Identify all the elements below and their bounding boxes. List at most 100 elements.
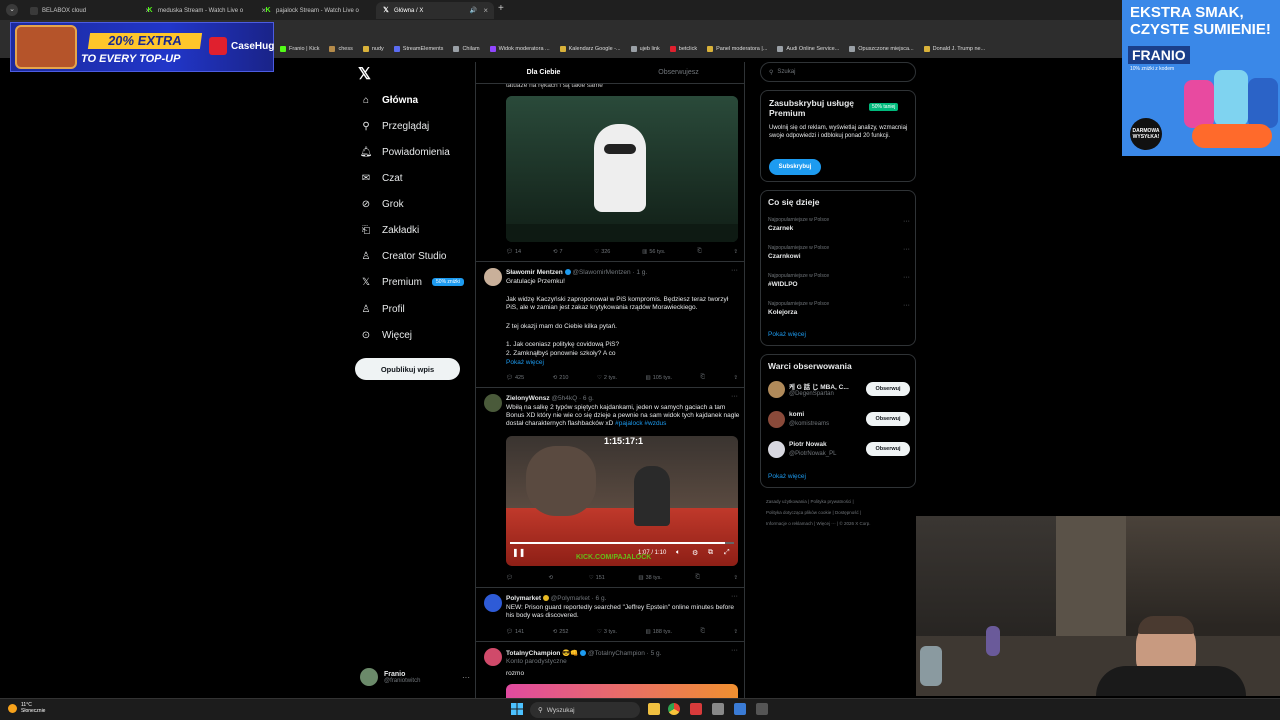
views-button[interactable]: ▥ 56 tys. [642, 248, 665, 255]
file-explorer-icon[interactable] [648, 703, 660, 715]
repost-button[interactable]: ⟲ 210 [553, 374, 569, 381]
share-button[interactable]: ⇪ [733, 628, 738, 635]
app-icon[interactable] [712, 703, 724, 715]
volume-icon[interactable]: 🔈︎ [676, 549, 680, 557]
trend-item[interactable]: Najpopularniejsze w Polsce Czarnek ··· [768, 217, 910, 232]
app-icon[interactable] [690, 703, 702, 715]
tweet[interactable]: TotalnyChampion 😎👊 @TotalnyChampion · 5 … [476, 642, 744, 698]
author-name[interactable]: TotalnyChampion 😎👊 [506, 650, 578, 657]
browser-tab-meduska[interactable]: K meduska Stream - Watch Live o × [140, 2, 272, 19]
nav-item-home[interactable]: ⌂ Główna [360, 89, 418, 111]
author-name[interactable]: ZielonyWonsz [506, 395, 550, 402]
pip-icon[interactable]: ⧉ [708, 549, 713, 557]
bookmark-item[interactable]: StreamElements [393, 46, 443, 52]
author-name[interactable]: Sławomir Mentzen [506, 269, 563, 276]
post-button[interactable]: Opublikuj wpis [355, 358, 460, 380]
like-button[interactable]: ♡ 3 tys. [597, 628, 617, 635]
nav-item-more[interactable]: ⊙ Więcej [360, 324, 412, 346]
reply-button[interactable]: 💬︎ 425 [506, 374, 524, 381]
bookmark-item[interactable]: Chilam [453, 46, 480, 52]
bookmark-item[interactable]: chess [329, 46, 353, 52]
footer-link[interactable]: Polityka dotycząca plików cookie [766, 510, 831, 515]
more-icon[interactable]: ··· [903, 246, 910, 253]
repost-button[interactable]: ⟲ 7 [553, 248, 563, 255]
tweet-video[interactable]: 1:15:17:1 KICK.COM/PAJALOCK ❚❚ 1:07 / 1:… [506, 436, 738, 566]
trend-item[interactable]: Najpopularniejsze w Polsce Czarnkowi ··· [768, 245, 910, 260]
share-button[interactable]: ⇪ [733, 574, 738, 581]
tweet-image[interactable] [506, 684, 738, 698]
chrome-icon[interactable] [668, 703, 680, 715]
trend-item[interactable]: Najpopularniejsze w Polsce Kolejorza ··· [768, 301, 910, 316]
follow-suggestion[interactable]: komi @komistreams Obserwuj [768, 409, 910, 431]
bookmark-item[interactable]: Opuszczone miejsca... [849, 46, 914, 52]
bookmark-item[interactable]: Kalendarz Google -... [559, 46, 621, 52]
footer-link[interactable]: Dostępność [835, 510, 859, 515]
bookmark-button[interactable]: ⎗ [700, 374, 704, 381]
nav-item-explore[interactable]: ⚲ Przeglądaj [360, 115, 429, 137]
follow-suggestion[interactable]: Piotr Nowak @PiotrNowak_PL Obserwuj [768, 439, 910, 461]
fullscreen-icon[interactable]: ⤢ [724, 549, 730, 557]
nav-item-premium[interactable]: 𝕏 Premium 50% zniżki [360, 271, 464, 293]
tweet[interactable]: tatuaże na rękach i są takie same 💬︎ 14 … [476, 78, 744, 262]
show-more-link[interactable]: Pokaż więcej [768, 331, 806, 338]
more-icon[interactable]: ··· [903, 218, 910, 225]
footer-link[interactable]: Zasady użytkowania [766, 499, 807, 504]
reply-button[interactable]: 💬︎ [506, 574, 515, 581]
more-icon[interactable]: ··· [731, 647, 738, 654]
browser-tab-x[interactable]: 𝕏 Główna / X 🔊 × [376, 2, 494, 19]
repost-button[interactable]: ⟲ [549, 574, 556, 581]
bookmark-item[interactable]: ujeb link [630, 46, 660, 52]
video-progress-track[interactable] [510, 542, 734, 544]
footer-link[interactable]: Informacje o reklamach [766, 521, 813, 526]
weather-widget[interactable]: 11°C Słonecznie [8, 702, 45, 714]
hashtags[interactable]: #pajalock #wzdus [615, 420, 666, 427]
settings-icon[interactable]: ⚙ [692, 549, 698, 557]
more-icon[interactable]: ··· [462, 673, 470, 682]
bookmark-item[interactable]: betclick [669, 46, 697, 52]
speaker-icon[interactable]: 🔊 [470, 7, 477, 14]
follow-button[interactable]: Obserwuj [866, 442, 910, 456]
subscribe-button[interactable]: Subskrybuj [769, 159, 821, 175]
nav-item-creator-studio[interactable]: ♙ Creator Studio [360, 245, 447, 267]
share-button[interactable]: ⇪ [733, 374, 738, 381]
nav-item-chat[interactable]: ✉ Czat [360, 167, 403, 189]
notes-icon[interactable] [734, 703, 746, 715]
nav-item-profile[interactable]: ♙ Profil [360, 298, 405, 320]
more-icon[interactable]: ··· [903, 302, 910, 309]
x-logo-icon[interactable]: 𝕏 [358, 64, 371, 84]
trend-item[interactable]: Najpopularniejsze w Polsce #WIDLPO ··· [768, 273, 910, 288]
tweet-video[interactable] [506, 96, 738, 242]
nav-item-grok[interactable]: ⊘ Grok [360, 193, 404, 215]
show-more-link[interactable]: Pokaż więcej [768, 473, 806, 480]
footer-link[interactable]: Więcej ··· [816, 521, 835, 526]
reply-button[interactable]: 💬︎ 14 [506, 248, 521, 255]
bookmark-item[interactable]: Panel moderatora |... [707, 46, 767, 52]
author-name[interactable]: Polymarket [506, 595, 541, 602]
like-button[interactable]: ♡ 2 tys. [597, 374, 617, 381]
tab-following[interactable]: Obserwujesz [611, 62, 744, 83]
tab-for-you[interactable]: Dla Ciebie [476, 62, 611, 83]
bookmark-button[interactable]: ⎗ [700, 628, 704, 635]
views-button[interactable]: ▥ 188 tys. [646, 628, 672, 635]
reply-button[interactable]: 💬︎ 141 [506, 628, 524, 635]
windows-start-icon[interactable] [511, 703, 523, 715]
bookmark-item[interactable]: Widok moderatora ... [489, 46, 550, 52]
show-more-link[interactable]: Pokaż więcej [506, 359, 740, 367]
search-input[interactable]: ⚲ Szukaj [760, 62, 916, 82]
more-icon[interactable]: ··· [731, 267, 738, 274]
more-icon[interactable]: ··· [731, 393, 738, 400]
like-button[interactable]: ♡ 326 [594, 248, 610, 255]
follow-button[interactable]: Obserwuj [866, 382, 910, 396]
more-icon[interactable]: ··· [903, 274, 910, 281]
bookmark-button[interactable]: ⎗ [697, 248, 701, 255]
browser-tab-belabox[interactable]: BELABOX cloud × [24, 2, 156, 19]
pause-icon[interactable]: ❚❚ [512, 548, 525, 557]
browser-tab-pajalock[interactable]: K pajalock Stream - Watch Live o × [258, 2, 390, 19]
obs-icon[interactable] [756, 703, 768, 715]
taskbar-search[interactable]: ⚲ Wyszukaj [530, 702, 640, 718]
bookmark-item[interactable]: Audi Online Service... [777, 46, 839, 52]
new-tab-button[interactable]: + [498, 3, 504, 14]
more-icon[interactable]: ··· [731, 593, 738, 600]
footer-link[interactable]: Polityka prywatności [810, 499, 851, 504]
tab-menu-icon[interactable]: ⌄ [6, 4, 18, 16]
